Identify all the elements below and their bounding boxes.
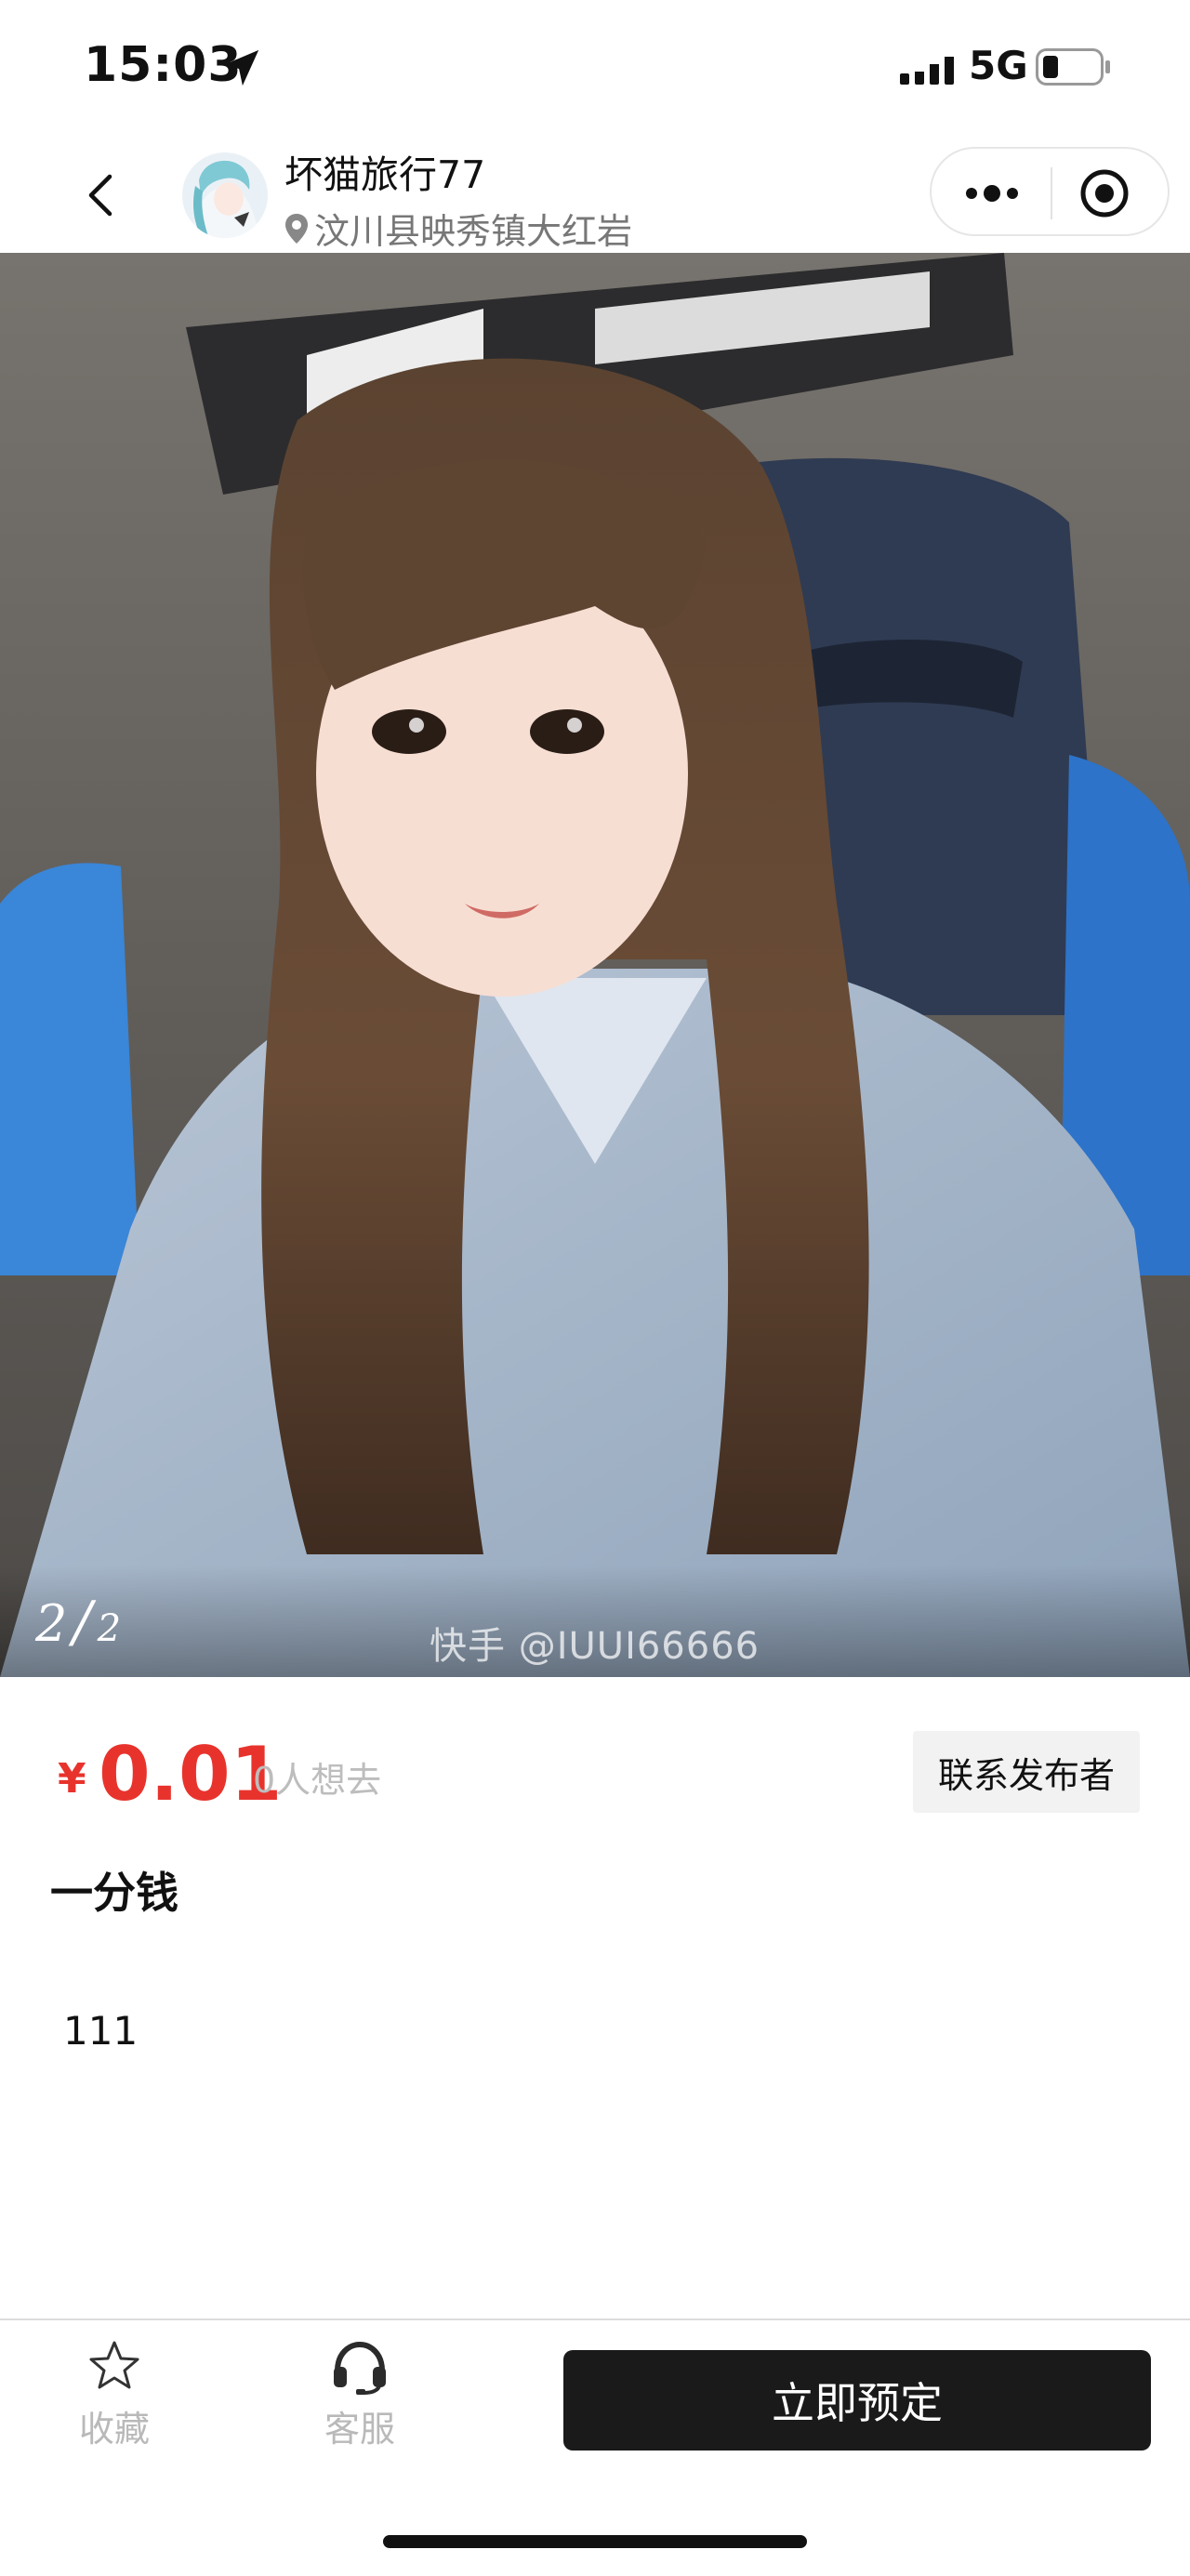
- star-icon: [89, 2341, 139, 2389]
- location-pin-icon: [285, 213, 308, 244]
- home-indicator: [383, 2535, 807, 2548]
- product-description: 111: [63, 2008, 139, 2054]
- photo-watermark: 快手 @IUUI66666: [430, 1625, 760, 1668]
- favorite-button[interactable]: 收藏: [58, 2339, 171, 2451]
- book-now-button[interactable]: 立即预定: [563, 2350, 1151, 2451]
- headset-icon: [334, 2341, 386, 2395]
- gallery-current: 2: [35, 1594, 68, 1653]
- signal-icon: [900, 51, 954, 85]
- close-circle-icon[interactable]: [1078, 167, 1130, 219]
- capsule-divider: [1051, 167, 1052, 219]
- mini-program-capsule: [930, 147, 1170, 236]
- more-icon[interactable]: [959, 173, 1025, 214]
- product-photo[interactable]: [0, 253, 1190, 1677]
- location-arrow-icon: [222, 49, 259, 86]
- battery-icon: [1036, 48, 1110, 86]
- location-row: 汶川县映秀镇大红岩: [283, 203, 632, 254]
- gallery-total: 2: [97, 1607, 122, 1650]
- currency-symbol: ¥: [58, 1755, 86, 1803]
- favorite-label: 收藏: [78, 2409, 150, 2450]
- customer-service-button[interactable]: 客服: [303, 2339, 416, 2451]
- gallery-pager: 2/2: [35, 1590, 121, 1655]
- service-label: 客服: [324, 2409, 395, 2450]
- network-type: 5G: [969, 43, 1028, 88]
- status-time: 15:03: [84, 37, 243, 93]
- shop-name: 坏猫旅行77: [284, 152, 486, 197]
- product-title: 一分钱: [50, 1868, 178, 1918]
- contact-publisher-button[interactable]: 联系发布者: [913, 1731, 1140, 1813]
- avatar[interactable]: [182, 152, 268, 238]
- location-text: 汶川县映秀镇大红岩: [314, 211, 633, 252]
- back-icon[interactable]: [74, 167, 130, 223]
- want-count: 0人想去: [253, 1760, 382, 1801]
- gallery-separator: /: [73, 1590, 92, 1655]
